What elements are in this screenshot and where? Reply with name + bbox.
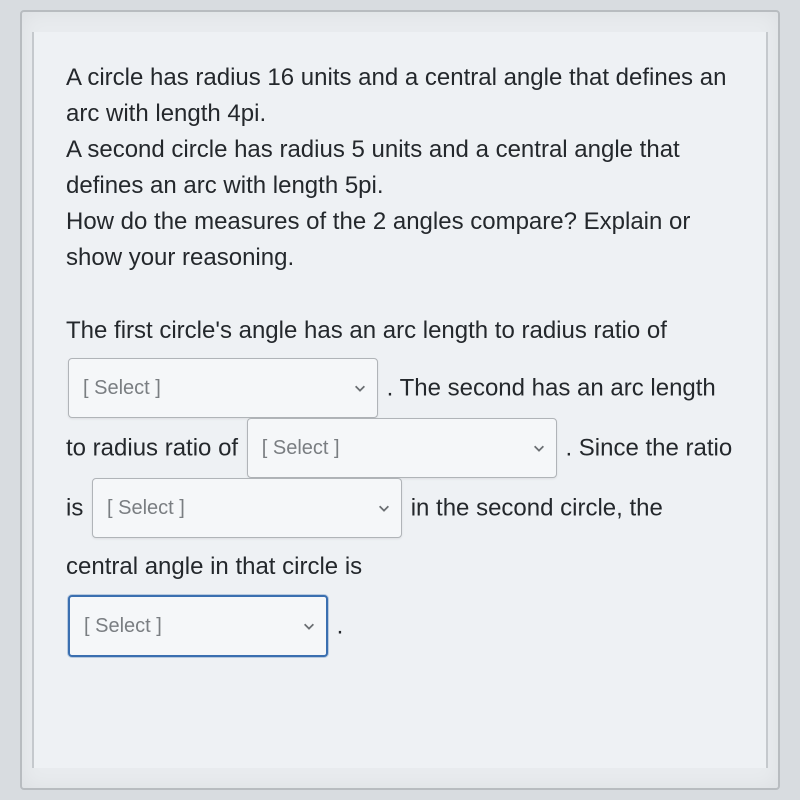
- answer-segment-1: The first circle's angle has an arc leng…: [66, 317, 667, 344]
- select-placeholder: [ Select ]: [262, 425, 340, 471]
- select-placeholder: [ Select ]: [83, 365, 161, 411]
- select-ratio-2[interactable]: [ Select ]: [247, 418, 557, 478]
- content-panel: A circle has radius 16 units and a centr…: [32, 32, 768, 768]
- question-frame: A circle has radius 16 units and a centr…: [20, 10, 780, 790]
- select-placeholder: [ Select ]: [107, 485, 185, 531]
- chevron-down-icon: [377, 501, 391, 515]
- select-ratio-compare[interactable]: [ Select ]: [92, 478, 402, 538]
- question-line-3: How do the measures of the 2 angles comp…: [66, 208, 690, 271]
- chevron-down-icon: [532, 441, 546, 455]
- chevron-down-icon: [353, 381, 367, 395]
- select-placeholder: [ Select ]: [84, 603, 162, 649]
- chevron-down-icon: [302, 619, 316, 633]
- select-ratio-1[interactable]: [ Select ]: [68, 358, 378, 418]
- question-line-2: A second circle has radius 5 units and a…: [66, 136, 680, 199]
- answer-segment-5: .: [337, 612, 344, 639]
- question-line-1: A circle has radius 16 units and a centr…: [66, 64, 726, 127]
- answer-flow: The first circle's angle has an arc leng…: [66, 302, 734, 657]
- select-central-angle[interactable]: [ Select ]: [68, 595, 328, 657]
- question-text: A circle has radius 16 units and a centr…: [66, 60, 734, 276]
